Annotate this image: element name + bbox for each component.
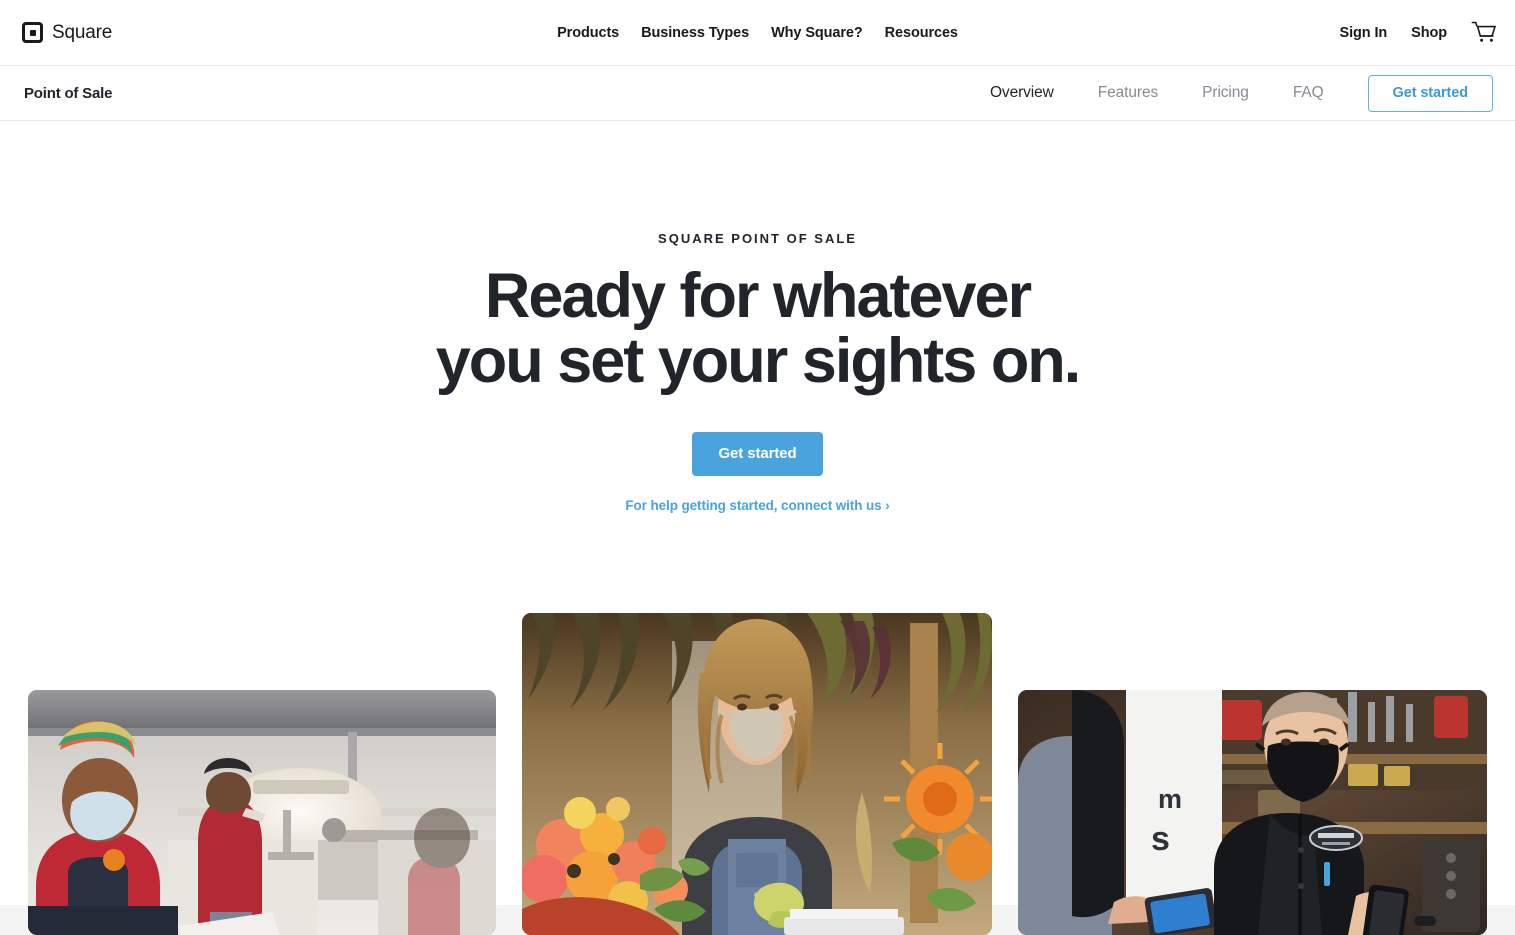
- shopping-cart-icon: [1471, 21, 1497, 42]
- hero-headline: Ready for whatever you set your sights o…: [0, 264, 1515, 394]
- shop-link[interactable]: Shop: [1411, 25, 1447, 41]
- nav-item-products[interactable]: Products: [557, 25, 619, 41]
- photo-restaurant-worker-graphic: [28, 690, 496, 935]
- hero-section: SQUARE POINT OF SALE Ready for whatever …: [0, 121, 1515, 513]
- photo-florist: [522, 613, 992, 935]
- photo-shop-owner-graphic: m s: [1018, 690, 1487, 935]
- brand-name: Square: [52, 21, 113, 43]
- cart-link[interactable]: [1471, 20, 1497, 46]
- photo-restaurant-worker: [28, 690, 496, 935]
- subnav-product-title: Point of Sale: [24, 84, 113, 102]
- primary-nav: Products Business Types Why Square? Reso…: [557, 25, 958, 41]
- subnav-get-started-button[interactable]: Get started: [1367, 74, 1493, 112]
- subnav-item-pricing[interactable]: Pricing: [1180, 84, 1271, 102]
- product-subnav: Point of Sale Overview Features Pricing …: [0, 66, 1515, 121]
- svg-text:s: s: [1151, 820, 1170, 858]
- hero-eyebrow: SQUARE POINT OF SALE: [658, 231, 857, 246]
- nav-item-why-square[interactable]: Why Square?: [771, 25, 863, 41]
- square-logo-icon: [22, 22, 43, 43]
- hero-headline-line-1: Ready for whatever: [484, 261, 1032, 331]
- hero-headline-line-2: you set your sights on.: [435, 325, 1082, 396]
- hero-help-link[interactable]: For help getting started, connect with u…: [0, 498, 1515, 513]
- photo-shop-owner: m s: [1018, 690, 1487, 935]
- subnav-item-features[interactable]: Features: [1076, 84, 1180, 102]
- page-root: Square Products Business Types Why Squar…: [0, 0, 1515, 935]
- square-logo-link[interactable]: Square: [22, 22, 112, 44]
- subnav-item-faq[interactable]: FAQ: [1271, 84, 1346, 102]
- svg-text:m: m: [1158, 784, 1182, 814]
- nav-item-business-types[interactable]: Business Types: [641, 25, 749, 41]
- hero-image-gallery: m s: [0, 613, 1515, 935]
- sign-in-link[interactable]: Sign In: [1340, 25, 1388, 41]
- hero-get-started-button[interactable]: Get started: [692, 431, 823, 476]
- header-utility-nav: Sign In Shop: [1340, 20, 1497, 46]
- global-header: Square Products Business Types Why Squar…: [0, 0, 1515, 66]
- nav-item-resources[interactable]: Resources: [885, 25, 958, 41]
- photo-florist-graphic: [522, 613, 992, 935]
- subnav-links: Overview Features Pricing FAQ Get starte…: [968, 74, 1493, 112]
- subnav-item-overview[interactable]: Overview: [968, 84, 1076, 102]
